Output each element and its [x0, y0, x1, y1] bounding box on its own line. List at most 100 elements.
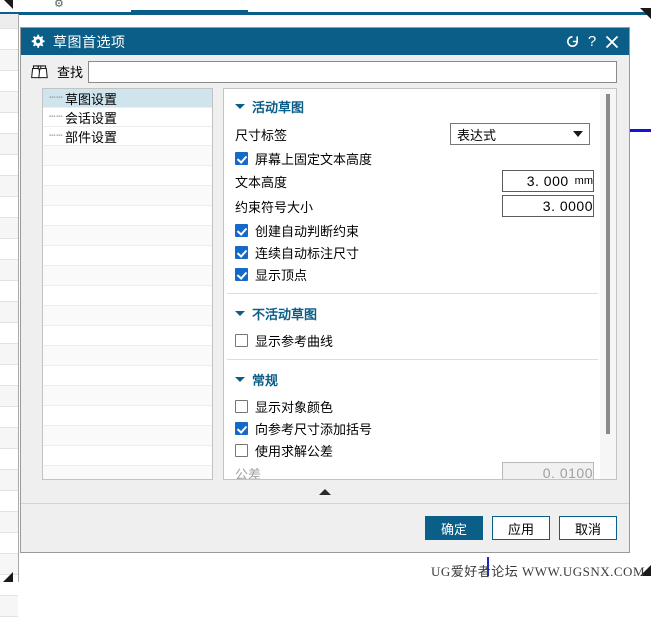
checkbox-icon[interactable]: [235, 267, 248, 281]
tree-blank-row: [43, 326, 212, 346]
text-height-input[interactable]: 3. 000 mm: [502, 170, 594, 192]
checkbox-fixed-text-height[interactable]: 屏幕上固定文本高度: [235, 147, 590, 169]
tree-item-part-settings[interactable]: ┄┄ 部件设置: [43, 127, 212, 146]
dimension-label-select[interactable]: 表达式: [450, 123, 590, 145]
tree-item-session-settings[interactable]: ┄┄ 会话设置: [43, 108, 212, 127]
tree-blank-row: [43, 426, 212, 446]
reset-refresh-icon[interactable]: [562, 31, 582, 53]
gear-icon: [31, 34, 45, 48]
tolerance-input: 0. 0100: [502, 462, 594, 480]
row-tolerance: 公差 0. 0100: [235, 461, 594, 480]
find-label: 查找: [57, 65, 84, 80]
checkbox-create-inferred-constraints[interactable]: 创建自动判断约束: [235, 219, 590, 241]
group-header[interactable]: 常规: [235, 370, 590, 389]
row-dimension-label: 尺寸标签 表达式: [235, 122, 590, 146]
checkbox-icon[interactable]: [235, 245, 248, 259]
content-scrollbar[interactable]: [600, 88, 617, 480]
binoculars-icon: [31, 64, 48, 78]
checkbox-icon[interactable]: [235, 399, 248, 413]
checkbox-label: 显示参考曲线: [255, 333, 334, 349]
find-input[interactable]: [88, 60, 617, 83]
checkbox-continuous-auto-dimensioning[interactable]: 连续自动标注尺寸: [235, 241, 590, 263]
checkbox-icon[interactable]: [235, 333, 248, 347]
tree-item-label: 会话设置: [65, 110, 118, 126]
group-header[interactable]: 不活动草图: [235, 304, 590, 323]
value-text: 3. 000: [526, 173, 569, 189]
checkbox-label: 使用求解公差: [255, 443, 334, 459]
settings-tree[interactable]: ┄┄ 草图设置 ┄┄ 会话设置 ┄┄ 部件设置: [42, 88, 213, 480]
tree-blank-row: [43, 186, 212, 206]
tree-blank-row: [43, 446, 212, 466]
checkbox-label: 显示顶点: [255, 267, 308, 283]
checkbox-icon[interactable]: [235, 151, 248, 165]
row-constraint-symbol-size: 约束符号大小 3. 0000: [235, 194, 594, 218]
row-text-height: 文本高度 3. 000 mm: [235, 169, 594, 193]
checkbox-add-parentheses-to-reference-dimensions[interactable]: 向参考尺寸添加括号: [235, 417, 590, 439]
tree-blank-row: [43, 246, 212, 266]
checkbox-display-vertices[interactable]: 显示顶点: [235, 263, 590, 285]
sketch-preferences-dialog: 草图首选项 ? 查找 ┄┄ 草图设置 ┄┄ 会话设置 ┄┄ 部件设置 活动草图 …: [20, 27, 630, 553]
checkbox-label: 向参考尺寸添加括号: [255, 421, 373, 437]
checkbox-label: 创建自动判断约束: [255, 223, 360, 239]
group-title: 活动草图: [252, 100, 305, 115]
constraint-symbol-size-input[interactable]: 3. 0000: [502, 195, 594, 217]
close-icon[interactable]: [602, 31, 622, 53]
chevron-up-icon[interactable]: [319, 488, 331, 495]
group-general: 常规 显示对象颜色 向参考尺寸添加括号 使用求解公差 公差 0. 0100: [227, 365, 598, 480]
background-toolbar-row: ⚙: [24, 0, 651, 10]
dialog-title-bar: 草图首选项 ?: [21, 28, 629, 55]
find-row: 查找: [21, 55, 629, 88]
tree-blank-row: [43, 226, 212, 246]
select-value: 表达式: [457, 127, 497, 143]
checkbox-label: 显示对象颜色: [255, 399, 334, 415]
tree-blank-row: [43, 366, 212, 386]
checkbox-icon[interactable]: [235, 443, 248, 457]
row-label: 尺寸标签: [235, 127, 288, 143]
dialog-title: 草图首选项: [53, 33, 126, 50]
row-label: 约束符号大小: [235, 199, 314, 215]
background-list-panel: [0, 14, 19, 617]
tree-blank-row: [43, 466, 212, 479]
background-blue-rule: [628, 129, 651, 132]
tree-blank-row: [43, 306, 212, 326]
tree-blank-row: [43, 386, 212, 406]
checkbox-use-solve-tolerance[interactable]: 使用求解公差: [235, 439, 590, 461]
tree-blank-row: [43, 206, 212, 226]
background-gear-icon: ⚙: [54, 0, 64, 10]
chevron-down-icon: [235, 311, 245, 316]
row-label: 文本高度: [235, 174, 288, 190]
tree-blank-row: [43, 346, 212, 366]
value-text: 0. 0100: [542, 465, 593, 480]
tree-blank-row: [43, 146, 212, 166]
tree-branch-icon: ┄┄: [49, 92, 64, 104]
tree-branch-icon: ┄┄: [49, 111, 64, 123]
tree-branch-icon: ┄┄: [49, 130, 64, 142]
group-header[interactable]: 活动草图: [235, 97, 590, 116]
help-button[interactable]: ?: [582, 31, 602, 53]
tree-item-sketch-settings[interactable]: ┄┄ 草图设置: [43, 89, 212, 108]
watermark: UG爱好者论坛 WWW.UGSNX.COM: [430, 564, 645, 579]
collapse-strip[interactable]: [21, 480, 629, 504]
group-title: 常规: [252, 373, 279, 388]
cancel-button[interactable]: 取消: [559, 516, 617, 540]
chevron-down-icon: [235, 377, 245, 382]
tree-blank-row: [43, 266, 212, 286]
group-inactive-sketch: 不活动草图 显示参考曲线: [227, 299, 598, 360]
checkbox-icon[interactable]: [235, 223, 248, 237]
checkbox-display-object-color[interactable]: 显示对象颜色: [235, 395, 590, 417]
apply-button[interactable]: 应用: [492, 516, 550, 540]
checkbox-icon[interactable]: [235, 421, 248, 435]
row-label: 公差: [235, 466, 262, 480]
group-active-sketch: 活动草图 尺寸标签 表达式 屏幕上固定文本高度 文本高度 3. 000 mm 约…: [227, 92, 598, 294]
content-wrapper: 活动草图 尺寸标签 表达式 屏幕上固定文本高度 文本高度 3. 000 mm 约…: [223, 88, 617, 480]
ok-button[interactable]: 确定: [425, 516, 483, 540]
chevron-down-icon: [235, 104, 245, 109]
tree-item-label: 草图设置: [65, 91, 118, 107]
tree-blank-row: [43, 166, 212, 186]
checkbox-label: 屏幕上固定文本高度: [255, 151, 373, 167]
tree-blank-row: [43, 286, 212, 306]
checkbox-display-reference-curves[interactable]: 显示参考曲线: [235, 329, 590, 351]
scrollbar-thumb[interactable]: [606, 94, 610, 434]
unit-label: mm: [574, 175, 593, 187]
checkbox-label: 连续自动标注尺寸: [255, 245, 360, 261]
